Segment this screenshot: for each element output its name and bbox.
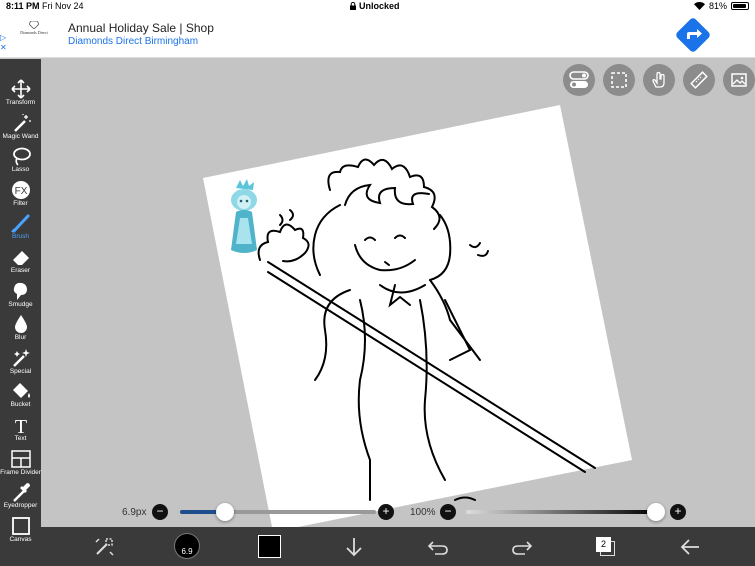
tool-label: Lasso [11, 166, 30, 174]
tool-smudge[interactable]: Smudge [0, 281, 41, 314]
tool-label: Eyedropper [3, 502, 38, 510]
tool-brush[interactable]: Brush [0, 213, 41, 246]
opacity-value: 100% [410, 507, 436, 518]
status-center-text: Unlocked [359, 1, 400, 11]
layers-count: 2 [596, 537, 611, 552]
back-arrow-icon[interactable] [677, 534, 703, 560]
tool-bucket[interactable]: Bucket [0, 381, 41, 414]
tool-label: Magic Wand [2, 132, 39, 140]
tool-text[interactable]: T Text [0, 415, 41, 448]
adchoices[interactable]: ▷ ✕ [0, 33, 7, 53]
tool-special[interactable]: Special [0, 348, 41, 381]
minus-icon[interactable]: − [440, 504, 456, 520]
tool-canvas[interactable]: Canvas [0, 516, 41, 549]
eraser-icon [0, 247, 41, 267]
opacity-track[interactable] [466, 510, 656, 514]
ad-title[interactable]: Annual Holiday Sale | Shop [68, 21, 214, 35]
tool-label: Brush [12, 233, 29, 241]
status-date: Fri Nov 24 [42, 1, 84, 11]
x-icon[interactable]: ✕ [0, 43, 7, 52]
frame-divider-icon [0, 449, 41, 469]
tool-label: Text [14, 435, 27, 442]
hand-icon[interactable] [643, 64, 675, 96]
opacity-slider-row: 100% − + [400, 502, 690, 522]
ad-banner[interactable]: ▷ ✕ Diamonds Direct Annual Holiday Sale … [0, 13, 755, 58]
color-swatch-icon[interactable] [258, 535, 281, 558]
brush-size-value: 6.9px [122, 507, 147, 518]
status-time: 8:11 PM [6, 1, 40, 11]
selection-icon[interactable] [603, 64, 635, 96]
move-arrows-icon [0, 79, 41, 99]
tool-label: Eraser [10, 267, 31, 274]
layers-icon[interactable]: 2 [593, 534, 619, 560]
tool-label: Transform [5, 99, 36, 106]
drop-icon [0, 314, 41, 334]
sparkle-icon [0, 348, 41, 368]
image-icon[interactable] [723, 64, 755, 96]
tool-blur[interactable]: Blur [0, 314, 41, 347]
toggle-icon[interactable] [563, 64, 595, 96]
tool-label: Filter [13, 199, 28, 207]
text-icon: T [0, 415, 41, 435]
diamond-logo-icon [28, 20, 40, 30]
svg-text:FX: FX [14, 186, 27, 197]
canvas-top-buttons [563, 64, 755, 96]
tool-transform[interactable]: Transform [0, 79, 41, 112]
tool-label: Blur [14, 334, 27, 342]
adjust-icon[interactable] [91, 534, 117, 560]
tool-lasso[interactable]: Lasso [0, 146, 41, 179]
ad-logo-text: Diamonds Direct [20, 30, 48, 35]
tool-label: Canvas [9, 535, 32, 543]
tool-label: Bucket [10, 401, 31, 409]
brush-size-badge: 6.9 [181, 546, 193, 556]
tool-frame-divider[interactable]: Frame Divider [0, 449, 41, 482]
ruler-icon[interactable] [683, 64, 715, 96]
brush-icon [0, 213, 41, 233]
minus-icon[interactable]: − [152, 504, 168, 520]
status-right: 81% [693, 1, 749, 11]
undo-icon[interactable] [425, 534, 451, 560]
tool-label: Smudge [8, 300, 33, 308]
redo-icon[interactable] [509, 534, 535, 560]
brush-size-knob[interactable] [216, 503, 235, 521]
drawing-canvas[interactable] [41, 59, 755, 532]
ad-subtitle[interactable]: Diamonds Direct Birmingham [68, 36, 198, 47]
tool-label: Special [9, 367, 32, 375]
tool-magic-wand[interactable]: Magic Wand [0, 113, 41, 146]
status-lock: Unlocked [350, 1, 400, 11]
plus-icon[interactable]: + [670, 504, 686, 520]
status-bar: 8:11 PM Fri Nov 24 Unlocked 81% [0, 0, 755, 13]
opacity-knob[interactable] [647, 503, 665, 521]
tool-filter[interactable]: FX Filter [0, 180, 41, 213]
battery-percent: 81% [708, 1, 727, 11]
canvas-area[interactable] [41, 59, 755, 532]
bucket-icon [0, 381, 41, 401]
canvas-paper [203, 105, 632, 532]
play-triangle-icon[interactable]: ▷ [0, 33, 6, 42]
lock-icon [350, 2, 356, 10]
eyedropper-icon [0, 482, 41, 503]
tool-eraser[interactable]: Eraser [0, 247, 41, 280]
brush-size-icon[interactable]: 6.9 [174, 533, 200, 559]
tool-label: Frame Divider [0, 468, 41, 476]
smudge-icon [0, 281, 41, 301]
lasso-icon [0, 146, 41, 166]
brush-size-slider-row: 6.9px − + [110, 502, 400, 522]
tool-sidebar: Transform Magic Wand Lasso FX Filter Brush Era… [0, 59, 41, 566]
wifi-icon [693, 2, 705, 10]
down-arrow-icon[interactable] [341, 534, 367, 560]
magic-wand-icon [0, 113, 41, 133]
bottom-toolbar: 6.9 2 [41, 527, 755, 566]
canvas-icon [0, 516, 41, 536]
directions-arrow-icon[interactable] [675, 17, 711, 53]
fx-icon: FX [0, 180, 41, 200]
svg-text:T: T [14, 416, 26, 435]
plus-icon[interactable]: + [378, 504, 394, 520]
battery-icon [731, 2, 749, 10]
brush-size-track[interactable] [180, 510, 376, 514]
ad-logo: Diamonds Direct [12, 20, 56, 35]
tool-eyedropper[interactable]: Eyedropper [0, 482, 41, 515]
